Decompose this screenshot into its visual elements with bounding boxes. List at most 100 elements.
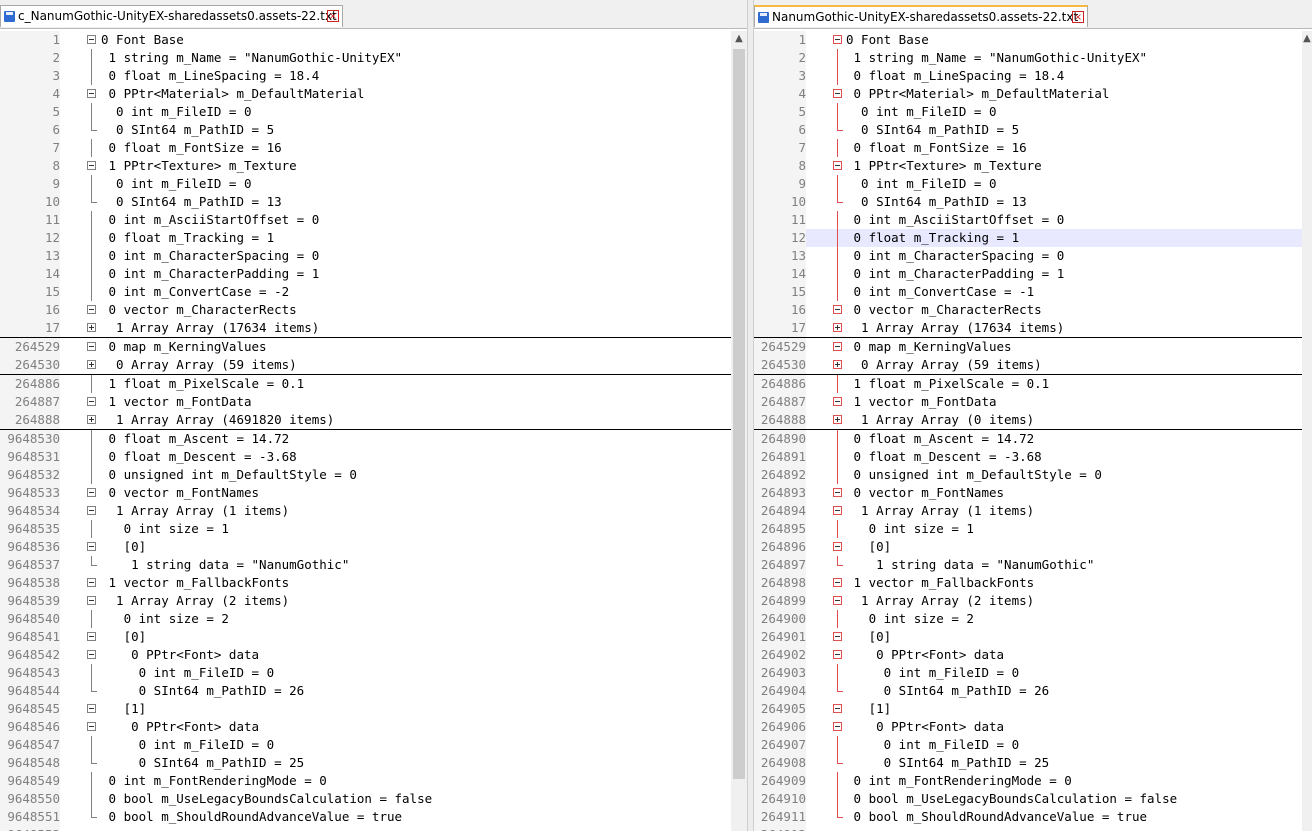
code-line[interactable]: 9648547 0 int m_FileID = 0 — [0, 736, 747, 754]
code-line[interactable]: 10 0 SInt64 m_PathID = 13 — [0, 193, 747, 211]
fold-expand-icon[interactable] — [82, 411, 100, 429]
code-line[interactable]: 7 0 float m_FontSize = 16 — [754, 139, 1312, 157]
code-line[interactable]: 8 1 PPtr<Texture> m_Texture — [754, 157, 1312, 175]
code-line[interactable]: 264907 0 int m_FileID = 0 — [754, 736, 1312, 754]
left-editor-lines[interactable]: 1 0 Font Base 2 1 string m_Name = "NanumGo… — [0, 31, 747, 831]
code-line[interactable]: 9648531 0 float m_Descent = -3.68 — [0, 448, 747, 466]
code-line[interactable]: 264893 0 vector m_FontNames — [754, 484, 1312, 502]
fold-collapse-icon[interactable] — [82, 484, 100, 502]
code-line[interactable]: 3 0 float m_LineSpacing = 18.4 — [0, 67, 747, 85]
code-line[interactable]: 12 0 float m_Tracking = 1 — [0, 229, 747, 247]
code-line[interactable]: 264908 0 SInt64 m_PathID = 25 — [754, 754, 1312, 772]
code-line[interactable]: 9648550 0 bool m_UseLegacyBoundsCalculat… — [0, 790, 747, 808]
fold-collapse-icon[interactable] — [82, 592, 100, 610]
code-line[interactable]: 8 1 PPtr<Texture> m_Texture — [0, 157, 747, 175]
right-file-tab[interactable]: NanumGothic-UnityEX-sharedassets0.assets… — [754, 5, 1088, 27]
code-line[interactable]: 9 0 int m_FileID = 0 — [754, 175, 1312, 193]
code-line[interactable]: 1 0 Font Base — [754, 31, 1312, 49]
code-line[interactable]: 9648543 0 int m_FileID = 0 — [0, 664, 747, 682]
code-line[interactable]: 9 0 int m_FileID = 0 — [0, 175, 747, 193]
left-vertical-scrollbar[interactable]: ▲ — [731, 31, 747, 831]
close-icon[interactable]: × — [327, 10, 339, 22]
fold-collapse-icon[interactable] — [82, 301, 100, 319]
code-line[interactable]: 9648549 0 int m_FontRenderingMode = 0 — [0, 772, 747, 790]
code-line[interactable]: 9648540 0 int size = 2 — [0, 610, 747, 628]
fold-collapse-icon[interactable] — [82, 502, 100, 520]
code-line[interactable]: 1 0 Font Base — [0, 31, 747, 49]
code-line[interactable]: 9648539 1 Array Array (2 items) — [0, 592, 747, 610]
code-line[interactable]: 264899 1 Array Array (2 items) — [754, 592, 1312, 610]
code-line[interactable]: 14 0 int m_CharacterPadding = 1 — [754, 265, 1312, 283]
code-line[interactable]: 9648551 0 bool m_ShouldRoundAdvanceValue… — [0, 808, 747, 826]
code-line[interactable]: 9648552 — [0, 826, 747, 831]
code-line[interactable]: 264891 0 float m_Descent = -3.68 — [754, 448, 1312, 466]
code-line[interactable]: 11 0 int m_AsciiStartOffset = 0 — [0, 211, 747, 229]
fold-collapse-icon[interactable] — [82, 628, 100, 646]
code-line[interactable]: 264897 1 string data = "NanumGothic" — [754, 556, 1312, 574]
code-line[interactable]: 264906 0 PPtr<Font> data — [754, 718, 1312, 736]
code-line[interactable]: 6 0 SInt64 m_PathID = 5 — [0, 121, 747, 139]
code-line[interactable]: 264888 1 Array Array (4691820 items) — [0, 411, 747, 430]
code-line[interactable]: 264890 0 float m_Ascent = 14.72 — [754, 430, 1312, 448]
code-line[interactable]: 264530 0 Array Array (59 items) — [754, 356, 1312, 375]
code-line[interactable]: 264892 0 unsigned int m_DefaultStyle = 0 — [754, 466, 1312, 484]
code-line[interactable]: 5 0 int m_FileID = 0 — [0, 103, 747, 121]
code-line[interactable]: 16 0 vector m_CharacterRects — [754, 301, 1312, 319]
code-line[interactable]: 4 0 PPtr<Material> m_DefaultMaterial — [754, 85, 1312, 103]
right-vertical-scrollbar[interactable]: ▲ — [1302, 31, 1312, 831]
code-line[interactable]: 6 0 SInt64 m_PathID = 5 — [754, 121, 1312, 139]
fold-collapse-icon[interactable] — [82, 646, 100, 664]
chevron-up-icon[interactable]: ▲ — [1302, 31, 1312, 47]
code-line[interactable]: 14 0 int m_CharacterPadding = 1 — [0, 265, 747, 283]
fold-collapse-icon[interactable] — [82, 538, 100, 556]
close-icon[interactable]: × — [1072, 11, 1084, 23]
code-line[interactable]: 264888 1 Array Array (0 items) — [754, 411, 1312, 430]
fold-expand-icon[interactable] — [82, 319, 100, 337]
code-line[interactable]: 264895 0 int size = 1 — [754, 520, 1312, 538]
left-scroll-thumb[interactable] — [733, 49, 745, 779]
pane-splitter[interactable] — [747, 0, 754, 831]
code-line[interactable]: 264529 0 map m_KerningValues — [754, 338, 1312, 356]
code-line[interactable]: 264894 1 Array Array (1 items) — [754, 502, 1312, 520]
code-line[interactable]: 264900 0 int size = 2 — [754, 610, 1312, 628]
code-line[interactable]: 264898 1 vector m_FallbackFonts — [754, 574, 1312, 592]
code-line[interactable]: 264904 0 SInt64 m_PathID = 26 — [754, 682, 1312, 700]
code-line[interactable]: 17 1 Array Array (17634 items) — [0, 319, 747, 338]
code-line[interactable]: 9648542 0 PPtr<Font> data — [0, 646, 747, 664]
fold-collapse-icon[interactable] — [82, 393, 100, 411]
code-line[interactable]: 264902 0 PPtr<Font> data — [754, 646, 1312, 664]
code-line[interactable]: 2 1 string m_Name = "NanumGothic-UnityEX… — [754, 49, 1312, 67]
code-line[interactable]: 13 0 int m_CharacterSpacing = 0 — [754, 247, 1312, 265]
fold-collapse-icon[interactable] — [82, 338, 100, 356]
code-line[interactable]: 9648535 0 int size = 1 — [0, 520, 747, 538]
code-line[interactable]: 13 0 int m_CharacterSpacing = 0 — [0, 247, 747, 265]
fold-expand-icon[interactable] — [82, 356, 100, 374]
code-line[interactable]: 264911 0 bool m_ShouldRoundAdvanceValue … — [754, 808, 1312, 826]
code-line[interactable]: 9648545 [1] — [0, 700, 747, 718]
code-line[interactable]: 9648544 0 SInt64 m_PathID = 26 — [0, 682, 747, 700]
code-line[interactable]: 264887 1 vector m_FontData — [754, 393, 1312, 411]
code-line[interactable]: 264896 [0] — [754, 538, 1312, 556]
code-line[interactable]: 17 1 Array Array (17634 items) — [754, 319, 1312, 338]
fold-collapse-icon[interactable] — [82, 85, 100, 103]
code-line[interactable]: 264887 1 vector m_FontData — [0, 393, 747, 411]
code-line[interactable]: 264886 1 float m_PixelScale = 0.1 — [754, 375, 1312, 393]
code-line[interactable]: 9648532 0 unsigned int m_DefaultStyle = … — [0, 466, 747, 484]
code-line[interactable]: 264901 [0] — [754, 628, 1312, 646]
code-line[interactable]: 15 0 int m_ConvertCase = -2 — [0, 283, 747, 301]
code-line[interactable]: 264903 0 int m_FileID = 0 — [754, 664, 1312, 682]
code-line[interactable]: 9648546 0 PPtr<Font> data — [0, 718, 747, 736]
code-line[interactable]: 264910 0 bool m_UseLegacyBoundsCalculati… — [754, 790, 1312, 808]
code-line[interactable]: 9648548 0 SInt64 m_PathID = 25 — [0, 754, 747, 772]
code-line[interactable]: 11 0 int m_AsciiStartOffset = 0 — [754, 211, 1312, 229]
code-line[interactable]: 264905 [1] — [754, 700, 1312, 718]
code-line[interactable]: 9648537 1 string data = "NanumGothic" — [0, 556, 747, 574]
code-line[interactable]: 264912 — [754, 826, 1312, 831]
code-line[interactable]: 9648538 1 vector m_FallbackFonts — [0, 574, 747, 592]
code-line[interactable]: 264909 0 int m_FontRenderingMode = 0 — [754, 772, 1312, 790]
right-editor-lines[interactable]: 1 0 Font Base 2 1 string m_Name = "NanumGo… — [754, 31, 1312, 831]
chevron-up-icon[interactable]: ▲ — [731, 31, 747, 47]
fold-collapse-icon[interactable] — [82, 700, 100, 718]
code-line[interactable]: 264529 0 map m_KerningValues — [0, 338, 747, 356]
code-line[interactable]: 3 0 float m_LineSpacing = 18.4 — [754, 67, 1312, 85]
